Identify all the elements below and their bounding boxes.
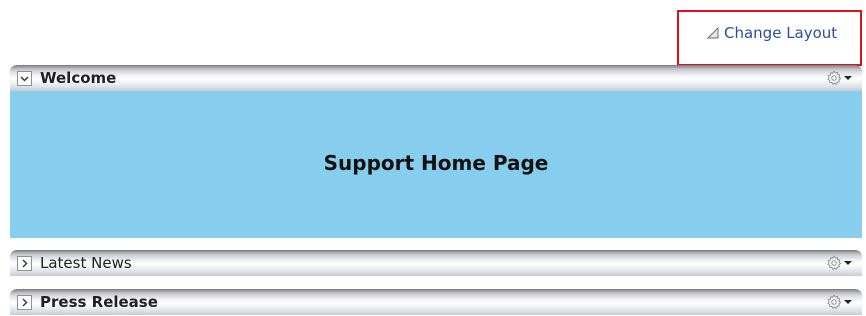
panel-header-press-release: Press Release [10, 289, 862, 315]
chevron-right-icon [22, 259, 28, 268]
change-layout-link[interactable]: Change Layout [707, 22, 837, 44]
gear-icon [826, 70, 842, 86]
gear-icon [826, 294, 842, 310]
panel-actions-menu-press-release[interactable] [826, 294, 852, 310]
expand-toggle-press-release[interactable] [17, 295, 32, 310]
collapse-toggle-welcome[interactable] [17, 71, 32, 86]
chevron-down-icon [844, 259, 852, 267]
welcome-content: Support Home Page [10, 91, 862, 238]
chevron-down-icon [844, 74, 852, 82]
chevron-right-icon [22, 298, 28, 307]
panel-actions-menu-latest-news[interactable] [826, 255, 852, 271]
panel-header-welcome: Welcome [10, 65, 862, 91]
resize-grip-icon[interactable] [852, 228, 858, 234]
chevron-down-icon [844, 298, 852, 306]
chevron-down-icon [20, 76, 29, 82]
panel-actions-menu-welcome[interactable] [826, 70, 852, 86]
panel-title-welcome: Welcome [40, 69, 117, 87]
panel-header-latest-news: Latest News [10, 250, 862, 276]
support-home-heading: Support Home Page [323, 150, 549, 175]
change-layout-label: Change Layout [724, 24, 838, 42]
gear-icon [826, 255, 842, 271]
panel-title-latest-news: Latest News [40, 254, 132, 272]
panel-title-press-release: Press Release [40, 293, 158, 311]
expand-toggle-latest-news[interactable] [17, 256, 32, 271]
triangle-icon [707, 27, 719, 39]
